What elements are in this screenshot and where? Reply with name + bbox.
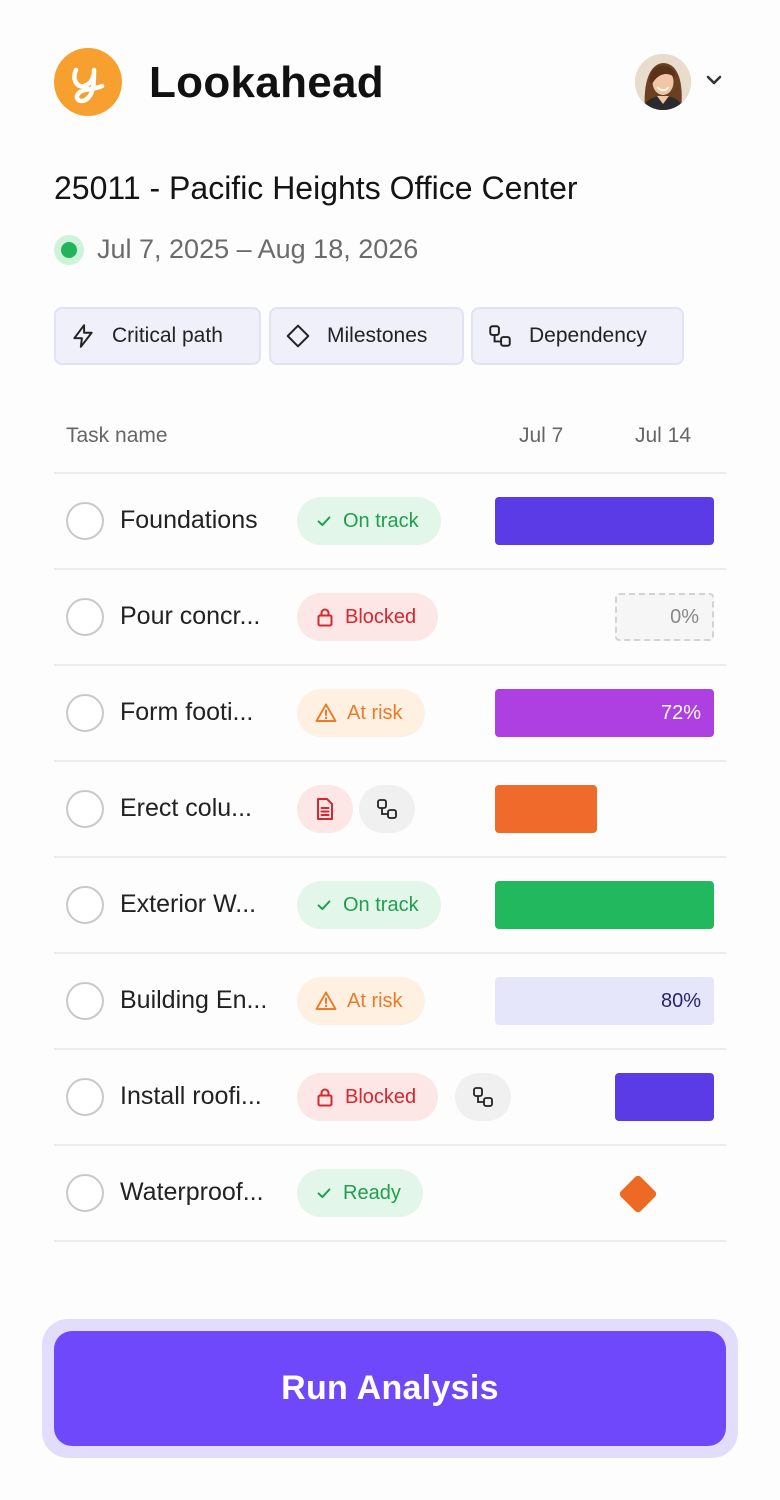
dependency-icon [489,325,511,347]
gantt-bar[interactable] [615,1073,714,1121]
column-header-week-2: Jul 14 [635,424,692,447]
task-checkbox[interactable] [66,886,104,924]
status-label: On track [343,509,419,532]
task-checkbox[interactable] [66,694,104,732]
document-indicator[interactable] [297,785,353,833]
task-row[interactable]: Install roofi... Blocked [54,1049,726,1145]
task-checkbox[interactable] [66,790,104,828]
status-badge: On track [297,881,441,929]
task-name: Pour concr... [120,602,261,630]
status-badge: Blocked [297,1073,439,1121]
filter-chip-label: Critical path [112,324,223,347]
warning-icon [315,991,337,1010]
filter-chip-label: Milestones [327,324,428,347]
filter-chip-label: Dependency [529,324,647,347]
task-row[interactable]: Waterproof... Ready [54,1145,726,1241]
user-avatar[interactable] [635,54,691,110]
bar-progress-label: 72% [660,701,701,724]
task-row[interactable]: Foundations On track [54,473,726,569]
status-badge: Blocked [297,593,439,641]
gantt-bar[interactable] [495,881,714,929]
status-badge: At risk [297,689,425,737]
task-name: Form footi... [120,698,254,726]
status-label: At risk [347,989,403,1012]
table-divider [54,1240,726,1242]
dependency-icon [473,1087,493,1107]
dependency-icon [377,799,397,819]
run-analysis-button[interactable]: Run Analysis [54,1331,726,1446]
app-header: Lookahead [54,48,726,118]
task-row[interactable]: Erect colu... [54,761,726,857]
app-logo [54,48,122,116]
lock-icon [317,1088,333,1107]
status-label: On track [343,893,419,916]
bar-progress-label: 80% [660,989,701,1012]
milestone-marker[interactable] [618,1174,658,1214]
gantt-bar[interactable]: 72% [495,689,714,737]
filter-chip-milestones[interactable]: Milestones [269,307,464,365]
document-icon [317,798,333,820]
check-icon [317,900,331,911]
status-label: Ready [343,1181,401,1204]
gantt-bar[interactable] [495,785,597,833]
task-name: Exterior W... [120,890,257,918]
task-checkbox[interactable] [66,1078,104,1116]
status-label: Blocked [345,1085,417,1108]
status-badge: At risk [297,977,425,1025]
filter-chip-critical-path[interactable]: Critical path [54,307,261,365]
task-name: Install roofi... [120,1082,262,1110]
check-icon [317,516,331,527]
app-title: Lookahead [149,58,384,107]
task-checkbox[interactable] [66,982,104,1020]
task-name: Erect colu... [120,794,252,822]
status-label: Blocked [345,605,417,628]
gantt-bar[interactable]: 0% [615,593,714,641]
task-row[interactable]: Building En... At risk 80% [54,953,726,1049]
column-header-task-name: Task name [66,424,168,447]
project-title: 25011 - Pacific Heights Office Center [54,170,578,206]
status-badge: Ready [297,1169,423,1217]
bar-progress-label: 0% [670,605,699,628]
lightning-icon [73,324,93,348]
task-name: Foundations [120,506,258,534]
dependency-indicator[interactable] [455,1073,511,1121]
check-icon [317,1188,331,1199]
task-row[interactable]: Pour concr... Blocked 0% [54,569,726,665]
lock-icon [317,608,333,627]
chevron-down-icon[interactable] [704,70,724,90]
task-checkbox[interactable] [66,598,104,636]
filter-chip-dependency[interactable]: Dependency [471,307,684,365]
status-label: At risk [347,701,403,724]
task-checkbox[interactable] [66,1174,104,1212]
gantt-bar[interactable] [495,497,714,545]
gantt-bar[interactable]: 80% [495,977,714,1025]
task-name: Building En... [120,986,268,1014]
task-row[interactable]: Exterior W... On track [54,857,726,953]
warning-icon [315,703,337,722]
task-checkbox[interactable] [66,502,104,540]
status-badge: On track [297,497,441,545]
task-row[interactable]: Form footi... At risk 72% [54,665,726,761]
task-name: Waterproof... [120,1178,264,1206]
project-date-range: Jul 7, 2025 – Aug 18, 2026 [97,234,419,264]
dependency-indicator[interactable] [359,785,415,833]
column-header-week-1: Jul 7 [519,424,564,447]
diamond-icon [286,324,310,348]
project-status-indicator [54,235,84,265]
